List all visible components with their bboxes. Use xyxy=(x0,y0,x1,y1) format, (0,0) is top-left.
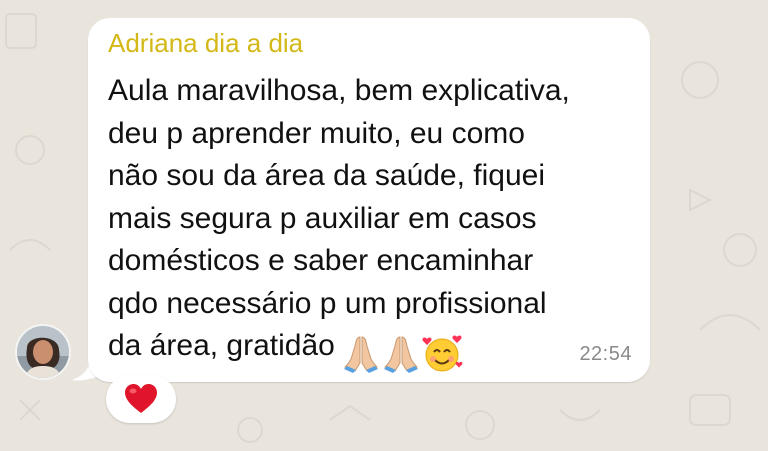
message-bubble[interactable]: Adriana dia a dia Aula maravilhosa, bem … xyxy=(88,18,650,382)
message-line: mais segura p auxiliar em casos xyxy=(108,201,537,235)
message-line: deu p aprender muito, eu como xyxy=(108,116,525,150)
message-text: Aula maravilhosa, bem explicativa, deu p… xyxy=(108,70,638,374)
folded-hands-icon xyxy=(343,336,378,374)
reaction-badge[interactable] xyxy=(106,375,176,423)
message-timestamp: 22:54 xyxy=(579,343,632,365)
smiling-face-with-hearts-icon xyxy=(422,335,463,372)
folded-hands-icon xyxy=(383,336,418,374)
emoji-group xyxy=(341,331,463,374)
sender-avatar[interactable] xyxy=(15,324,71,380)
message-line: qdo necessário p um profissional xyxy=(108,286,547,320)
message-line-last: da área, gratidão xyxy=(108,325,638,374)
message-line: da área, gratidão xyxy=(108,329,335,362)
red-heart-icon xyxy=(125,384,157,413)
sender-name[interactable]: Adriana dia a dia xyxy=(108,28,303,59)
message-line: Aula maravilhosa, bem explicativa, xyxy=(108,74,570,107)
message-line: não sou da área da saúde, fiquei xyxy=(108,159,546,192)
message-line: domésticos e saber encaminhar xyxy=(108,244,534,277)
